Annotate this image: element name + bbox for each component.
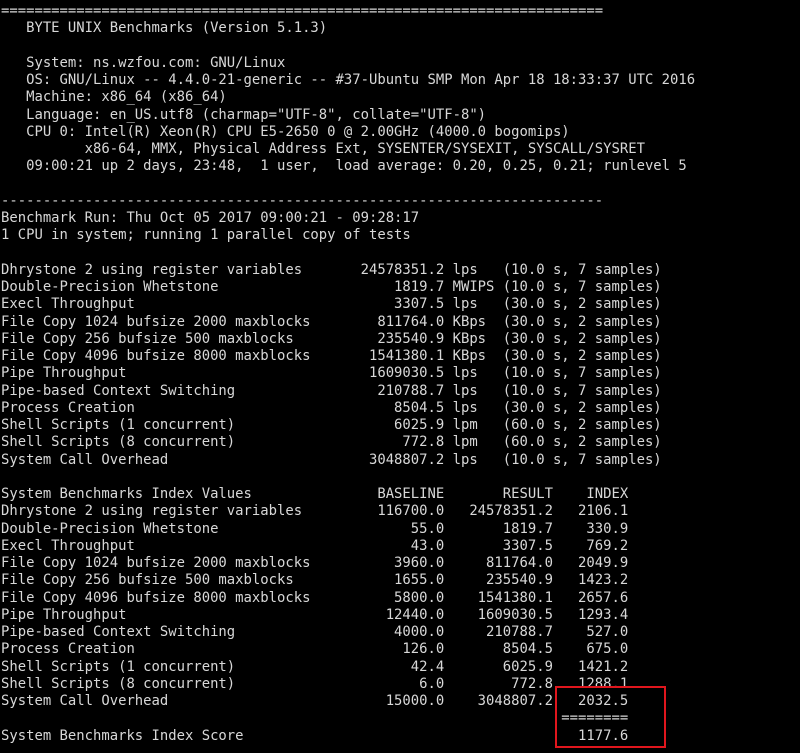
test-result-row: Execl Throughput 3307.5 lps (30.0 s, 2 s…	[1, 296, 662, 313]
uptime-line: 09:00:21 up 2 days, 23:48, 1 user, load …	[1, 158, 687, 175]
test-result-row: Dhrystone 2 using register variables 245…	[1, 261, 662, 278]
test-result-row: System Call Overhead 3048807.2 lps (10.0…	[1, 451, 662, 468]
test-result-row: Shell Scripts (8 concurrent) 772.8 lpm (…	[1, 434, 662, 451]
system-info-line: System: ns.wzfou.com: GNU/Linux	[1, 54, 286, 71]
index-table-row: Shell Scripts (1 concurrent) 42.4 6025.9…	[1, 658, 629, 675]
index-table-row: Process Creation 126.0 8504.5 675.0	[1, 641, 629, 658]
terminal-window[interactable]: ========================================…	[0, 0, 800, 753]
index-table-header: System Benchmarks Index Values BASELINE …	[1, 486, 629, 502]
os-info-line: OS: GNU/Linux -- 4.4.0-21-generic -- #37…	[1, 72, 696, 88]
machine-info-line: Machine: x86_64 (x86_64)	[1, 89, 227, 106]
test-result-row: Shell Scripts (1 concurrent) 6025.9 lpm …	[1, 417, 662, 433]
test-result-row: Double-Precision Whetstone 1819.7 MWIPS …	[1, 279, 662, 295]
terminal-output: ========================================…	[1, 3, 695, 745]
cpu-info-line: CPU 0: Intel(R) Xeon(R) CPU E5-2650 0 @ …	[1, 123, 570, 140]
benchmark-version-title: BYTE UNIX Benchmarks (Version 5.1.3)	[1, 20, 328, 37]
index-table-row: File Copy 4096 bufsize 8000 maxblocks 58…	[1, 589, 629, 606]
cpu-count-line: 1 CPU in system; running 1 parallel copy…	[1, 227, 411, 244]
index-table-row: Execl Throughput 43.0 3307.5 769.2	[1, 537, 629, 554]
benchmark-run-line: Benchmark Run: Thu Oct 05 2017 09:00:21 …	[1, 210, 420, 226]
test-result-row: File Copy 1024 bufsize 2000 maxblocks 81…	[1, 313, 662, 330]
test-result-row: Process Creation 8504.5 lps (30.0 s, 2 s…	[1, 399, 662, 416]
cpu-flags-line: x86-64, MMX, Physical Address Ext, SYSEN…	[1, 141, 645, 157]
test-result-row: Pipe Throughput 1609030.5 lps (10.0 s, 7…	[1, 365, 662, 382]
index-table-row: Pipe Throughput 12440.0 1609030.5 1293.4	[1, 606, 629, 623]
language-info-line: Language: en_US.utf8 (charmap="UTF-8", c…	[1, 106, 487, 123]
index-table-row: File Copy 256 bufsize 500 maxblocks 1655…	[1, 572, 629, 589]
index-table-row: Double-Precision Whetstone 55.0 1819.7 3…	[1, 520, 629, 537]
test-result-row: Pipe-based Context Switching 210788.7 lp…	[1, 382, 662, 399]
index-table-row: File Copy 1024 bufsize 2000 maxblocks 39…	[1, 555, 629, 571]
separator-dashed: ----------------------------------------…	[1, 192, 604, 209]
test-result-row: File Copy 4096 bufsize 8000 maxblocks 15…	[1, 348, 662, 364]
test-result-row: File Copy 256 bufsize 500 maxblocks 2355…	[1, 330, 662, 347]
index-table-row: Pipe-based Context Switching 4000.0 2107…	[1, 624, 629, 640]
score-highlight-box	[555, 686, 666, 748]
index-table-row: Dhrystone 2 using register variables 116…	[1, 503, 629, 520]
separator-double: ========================================…	[1, 3, 604, 19]
